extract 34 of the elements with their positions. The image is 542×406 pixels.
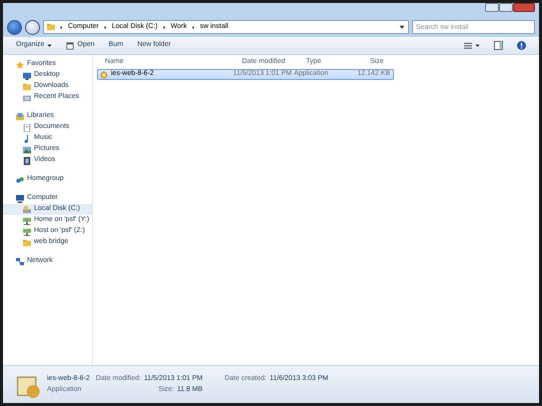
homegroup-icon bbox=[16, 176, 24, 184]
drive-icon bbox=[23, 206, 31, 214]
window-icon bbox=[66, 42, 74, 50]
folder-icon bbox=[47, 23, 55, 31]
star-icon bbox=[16, 60, 24, 68]
caret-icon bbox=[475, 43, 480, 48]
chevron-right-icon bbox=[59, 24, 64, 30]
folder-icon bbox=[23, 238, 31, 246]
chevron-right-icon bbox=[162, 24, 167, 30]
view-button[interactable] bbox=[463, 42, 481, 50]
library-icon bbox=[16, 112, 24, 120]
pane-icon bbox=[494, 41, 503, 50]
chevron-right-icon bbox=[190, 24, 196, 30]
minimize-button[interactable] bbox=[485, 3, 499, 12]
desktop-icon bbox=[23, 72, 31, 80]
network-icon bbox=[16, 258, 24, 266]
installer-icon bbox=[100, 70, 108, 78]
preview-pane-button[interactable] bbox=[493, 41, 504, 50]
document-icon bbox=[23, 124, 31, 132]
forward-button[interactable] bbox=[25, 20, 40, 34]
back-button[interactable] bbox=[7, 20, 22, 34]
network-drive-icon bbox=[23, 228, 31, 236]
chevron-right-icon bbox=[102, 24, 108, 30]
music-note-icon bbox=[23, 134, 31, 142]
maximize-button[interactable] bbox=[499, 3, 513, 12]
network-drive-icon bbox=[23, 216, 31, 224]
caret-icon bbox=[47, 43, 52, 48]
computer-icon bbox=[16, 194, 24, 202]
list-view-icon bbox=[464, 42, 472, 50]
pictures-icon bbox=[23, 146, 31, 154]
dropdown-caret-icon bbox=[399, 24, 405, 30]
film-icon bbox=[23, 156, 31, 164]
folder-icon bbox=[23, 82, 31, 90]
folder-icon bbox=[23, 94, 31, 102]
